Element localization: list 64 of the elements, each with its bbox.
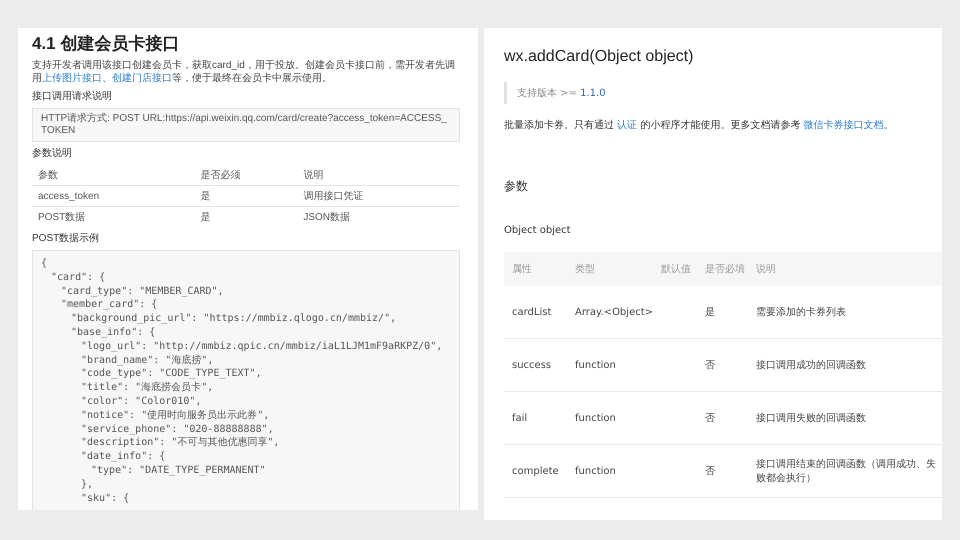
table-cell: complete [504,444,567,498]
code-line: "date_info": { [81,450,166,464]
intro-paragraph: 支持开发者调用该接口创建会员卡，获取card_id，用于投放。创建会员卡接口前，需开发者先调用上传图片接口、创建门店接口等，便于最终在会员卡中展示使用。 [32,59,456,85]
code-line: "base_info": { [71,326,156,340]
code-line: "logo_url": "http://mmbiz.qpic.cn/mmbiz/iaL1LJM1mF9aRKPZ/0", [81,340,442,354]
column-header: 默认值 [653,252,698,286]
table-cell: 需要添加的卡券列表 [748,286,942,338]
table-cell: access_token [32,186,195,206]
table-cell: 否 [697,338,748,392]
column-header: 属性 [504,252,567,286]
api-title: wx.addCard(Object object) [504,48,694,66]
doc-link[interactable]: 上传图片接口 [42,73,102,84]
table-cell: function [567,392,654,444]
code-line: }, [81,478,94,492]
column-header: 说明 [297,165,460,186]
table-cell: 否 [697,444,748,498]
subheading: 接口调用请求说明 [32,91,112,103]
table-cell: 接口调用失败的回调函数 [748,392,942,444]
table-cell: 否 [697,392,748,444]
code-line: "card": { [51,270,106,285]
code-line: "brand_name": "海底捞", [81,354,214,368]
column-header: 参数 [32,165,195,186]
request-url-block: HTTP请求方式: POST URL:https://api.weixin.qq.com/card/create?access_token=ACCESS_TOKEN [32,108,460,142]
version-number: 1.1.0 [580,88,606,99]
code-line: "background_pic_url": "https://mmbiz.qlogo.cn/mmbiz/", [71,312,396,326]
subheading: 参数说明 [32,148,72,160]
code-line: { [41,257,48,271]
table-cell: 是 [194,186,298,206]
subheading: POST数据示例 [32,233,100,245]
version-label: 支持版本 >= [517,88,577,99]
doc-link[interactable]: 认证 [617,120,638,131]
code-line: "member_card": { [61,298,158,312]
code-line: "sku": { [81,492,130,506]
section-title: 4.1 创建会员卡接口 [32,33,180,55]
column-header: 是否必填 [697,252,748,286]
code-line: "color": "Color010", [81,394,202,409]
table-cell: success [504,338,567,392]
code-line: "notice": "使用时向服务员出示此券", [81,408,270,423]
doc-link[interactable]: 微信卡券接口文档 [804,120,884,131]
table-cell: 是 [697,286,748,338]
table-cell: 接口调用结束的回调函数（调用成功、失败都会执行） [748,444,942,498]
column-header: 说明 [748,252,942,286]
code-line: "card_type": "MEMBER_CARD", [61,284,224,298]
table-cell: 接口调用成功的回调函数 [748,338,942,392]
code-line: "service_phone": "020-88888888", [81,422,274,436]
column-header: 是否必须 [194,165,298,186]
table-cell: cardList [504,286,567,338]
section-heading: 参数 [504,178,529,195]
table-cell: function [567,444,654,498]
subheading: Object object [504,225,572,236]
intro-paragraph: 批量添加卡券。只有通过 认证 的小程序才能使用。更多文档请参考 微信卡券接口文档。 [504,118,895,132]
table-cell: Array.<Object> [567,286,654,338]
code-line: "description": "不可与其他优惠同享", [81,436,280,450]
table-cell: POST数据 [32,206,195,227]
doc-link[interactable]: 创建门店接口 [112,73,172,84]
table-cell: 是 [194,206,298,227]
column-header: 类型 [567,252,654,286]
table-cell: 调用接口凭证 [297,186,460,206]
table-cell: fail [504,392,567,444]
code-line: "code_type": "CODE_TYPE_TEXT", [81,367,262,382]
code-line: "type": "DATE_TYPE_PERMANENT" [91,464,266,478]
code-line: "title": "海底捞会员卡", [81,381,214,395]
table-cell: function [567,338,654,392]
table-cell: JSON数据 [297,206,460,227]
